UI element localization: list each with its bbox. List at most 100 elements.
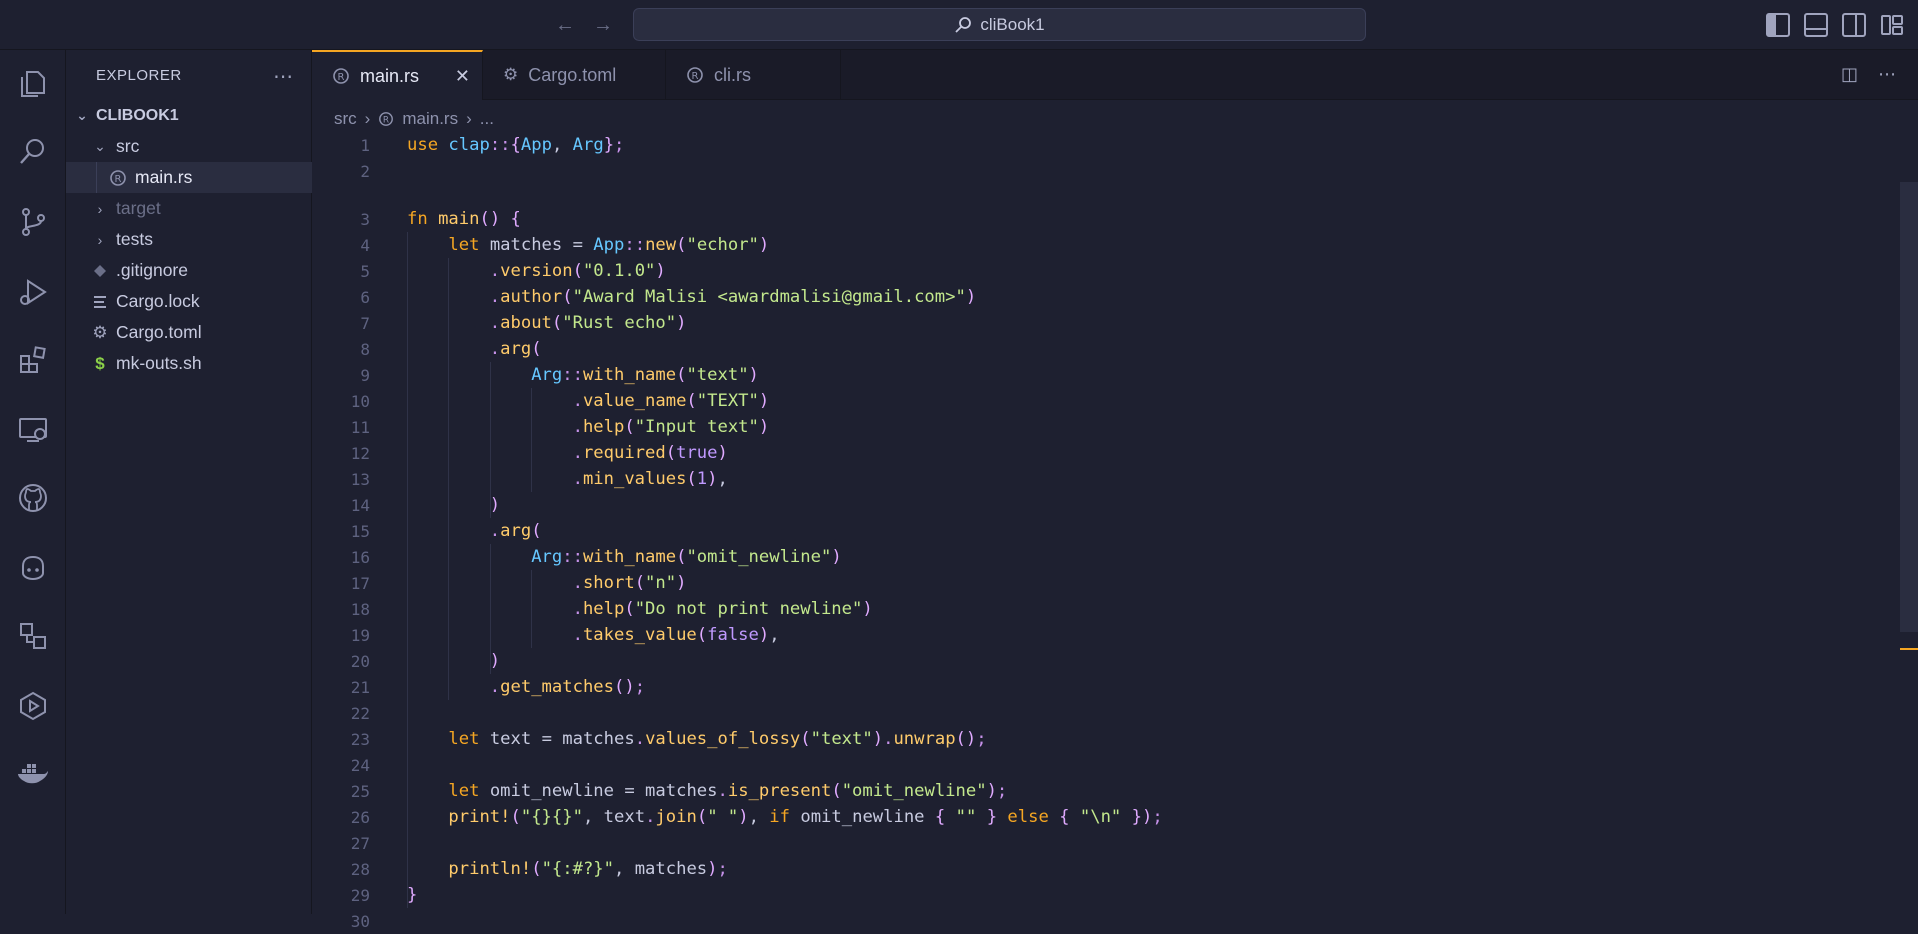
editor-actions: ◫ ⋯ — [1841, 64, 1896, 85]
tab-cli-rs[interactable]: R cli.rs — [666, 50, 841, 100]
title-bar: ← → cliBook1 — [0, 0, 1918, 50]
tab-label: cli.rs — [714, 64, 751, 85]
tree-item-tests[interactable]: › tests — [66, 224, 312, 255]
code-line: 15 .arg( — [312, 518, 1892, 544]
breadcrumb-item[interactable]: main.rs — [402, 109, 458, 129]
customize-layout-icon[interactable] — [1880, 13, 1904, 37]
explorer-root-label: CLIBOOK1 — [96, 106, 179, 124]
line-number: 24 — [350, 755, 370, 775]
indent-guide — [490, 544, 491, 674]
forward-arrow-icon[interactable]: → — [590, 12, 616, 38]
editor-scrollbar[interactable] — [1900, 182, 1918, 632]
source-control-icon[interactable] — [13, 202, 53, 242]
github-icon[interactable] — [13, 478, 53, 518]
line-number: 13 — [350, 469, 370, 489]
more-actions-icon[interactable]: ⋯ — [1878, 64, 1896, 85]
tree-item-main-rs[interactable]: R main.rs — [66, 162, 312, 193]
code-line: 5 .version("0.1.0") — [312, 258, 1892, 284]
back-arrow-icon[interactable]: ← — [552, 12, 578, 38]
split-editor-icon[interactable]: ◫ — [1841, 64, 1858, 85]
code-line: 21 .get_matches(); — [312, 674, 1892, 700]
line-number: 28 — [350, 859, 370, 879]
tree-item-label: tests — [116, 229, 153, 249]
indent-guide — [407, 232, 408, 908]
toggle-secondary-sidebar-icon[interactable] — [1842, 13, 1866, 37]
code-text: use clap::{App, Arg}; — [407, 135, 625, 155]
code-text: .get_matches(); — [489, 677, 646, 697]
close-icon[interactable]: ✕ — [455, 66, 470, 87]
tab-cargo-toml[interactable]: ⚙ Cargo.toml — [483, 50, 666, 100]
tab-main-rs[interactable]: R main.rs ✕ — [312, 50, 483, 100]
code-text: ) — [489, 651, 501, 671]
remote-connections-icon[interactable] — [13, 616, 53, 656]
line-number: 17 — [350, 573, 370, 593]
code-text: .arg( — [489, 521, 542, 541]
code-text: ) — [489, 495, 501, 515]
extensions-icon[interactable] — [13, 340, 53, 380]
command-center[interactable]: cliBook1 — [633, 8, 1366, 41]
line-number: 8 — [360, 339, 370, 359]
tree-item-cargo-lock[interactable]: Cargo.lock — [66, 286, 312, 317]
docker-icon[interactable] — [13, 754, 53, 794]
svg-text:R: R — [692, 71, 699, 82]
tree-item-src[interactable]: ⌄ src — [66, 131, 312, 162]
code-text: let matches = App::new("echor") — [448, 235, 770, 255]
code-line: 28 println!("{:#?}", matches); — [312, 856, 1892, 882]
code-text: .help("Do not print newline") — [572, 599, 873, 619]
line-number: 6 — [360, 287, 370, 307]
toggle-primary-sidebar-icon[interactable] — [1766, 13, 1790, 37]
copilot-icon[interactable] — [13, 548, 53, 588]
breadcrumb-item[interactable]: ... — [480, 109, 494, 129]
line-number: 5 — [360, 261, 370, 281]
indent-guide — [531, 388, 532, 492]
code-text: Arg::with_name("text") — [531, 365, 759, 385]
code-text: .value_name("TEXT") — [572, 391, 770, 411]
search-icon — [955, 16, 972, 33]
indent-guide — [448, 258, 449, 700]
code-editor[interactable]: 1 use clap::{App, Arg}; 2 3 fn main() {4 let… — [312, 132, 1902, 931]
code-line: 2 — [312, 158, 1892, 184]
code-line: 26 print!("{}{}", text.join(" "), if omi… — [312, 804, 1892, 830]
code-line: 30 — [312, 908, 1892, 934]
svg-text:R: R — [338, 72, 345, 83]
chevron-right-icon: › — [364, 109, 371, 128]
rust-file-icon: R — [687, 67, 703, 83]
breadcrumb-item[interactable]: src — [334, 109, 357, 129]
code-text: .version("0.1.0") — [489, 261, 666, 281]
code-line: 16 Arg::with_name("omit_newline") — [312, 544, 1892, 570]
explorer-icon[interactable] — [13, 64, 53, 104]
remote-explorer-icon[interactable] — [13, 410, 53, 450]
line-number: 27 — [350, 833, 370, 853]
tab-bar: R main.rs ✕ ⚙ Cargo.toml R cli.rs ◫ ⋯ — [312, 50, 1918, 100]
code-line: 11 .help("Input text") — [312, 414, 1892, 440]
chevron-down-icon: ⌄ — [76, 107, 88, 123]
tree-item-cargo-toml[interactable]: ⚙ Cargo.toml — [66, 317, 312, 348]
code-line: 3 fn main() { — [312, 206, 1892, 232]
tree-item-gitignore[interactable]: .gitignore — [66, 255, 312, 286]
code-text: .min_values(1), — [572, 469, 728, 489]
activity-bar — [0, 50, 66, 914]
preview-icon[interactable] — [13, 686, 53, 726]
code-line: 8 .arg( — [312, 336, 1892, 362]
toggle-panel-icon[interactable] — [1804, 13, 1828, 37]
line-number: 21 — [350, 677, 370, 697]
gear-icon: ⚙ — [503, 65, 519, 84]
tree-item-mk-outs[interactable]: $ mk-outs.sh — [66, 348, 312, 379]
chevron-right-icon: › — [97, 231, 103, 248]
search-icon[interactable] — [13, 132, 53, 172]
code-line: 1 use clap::{App, Arg}; — [312, 132, 1892, 158]
svg-text:R: R — [383, 116, 389, 126]
indent-guide — [531, 570, 532, 648]
line-number: 7 — [360, 313, 370, 333]
line-number: 12 — [350, 443, 370, 463]
tree-item-target[interactable]: › target — [66, 193, 312, 224]
code-text: print!("{}{}", text.join(" "), if omit_n… — [448, 807, 1163, 827]
run-debug-icon[interactable] — [13, 272, 53, 312]
code-text: let omit_newline = matches.is_present("o… — [448, 781, 1008, 801]
line-number: 25 — [350, 781, 370, 801]
code-line: 25 let omit_newline = matches.is_present… — [312, 778, 1892, 804]
line-number: 23 — [350, 729, 370, 749]
more-actions-icon[interactable]: ⋯ — [273, 64, 293, 89]
explorer-root[interactable]: ⌄ CLIBOOK1 — [66, 100, 312, 131]
code-text: } — [407, 885, 418, 905]
